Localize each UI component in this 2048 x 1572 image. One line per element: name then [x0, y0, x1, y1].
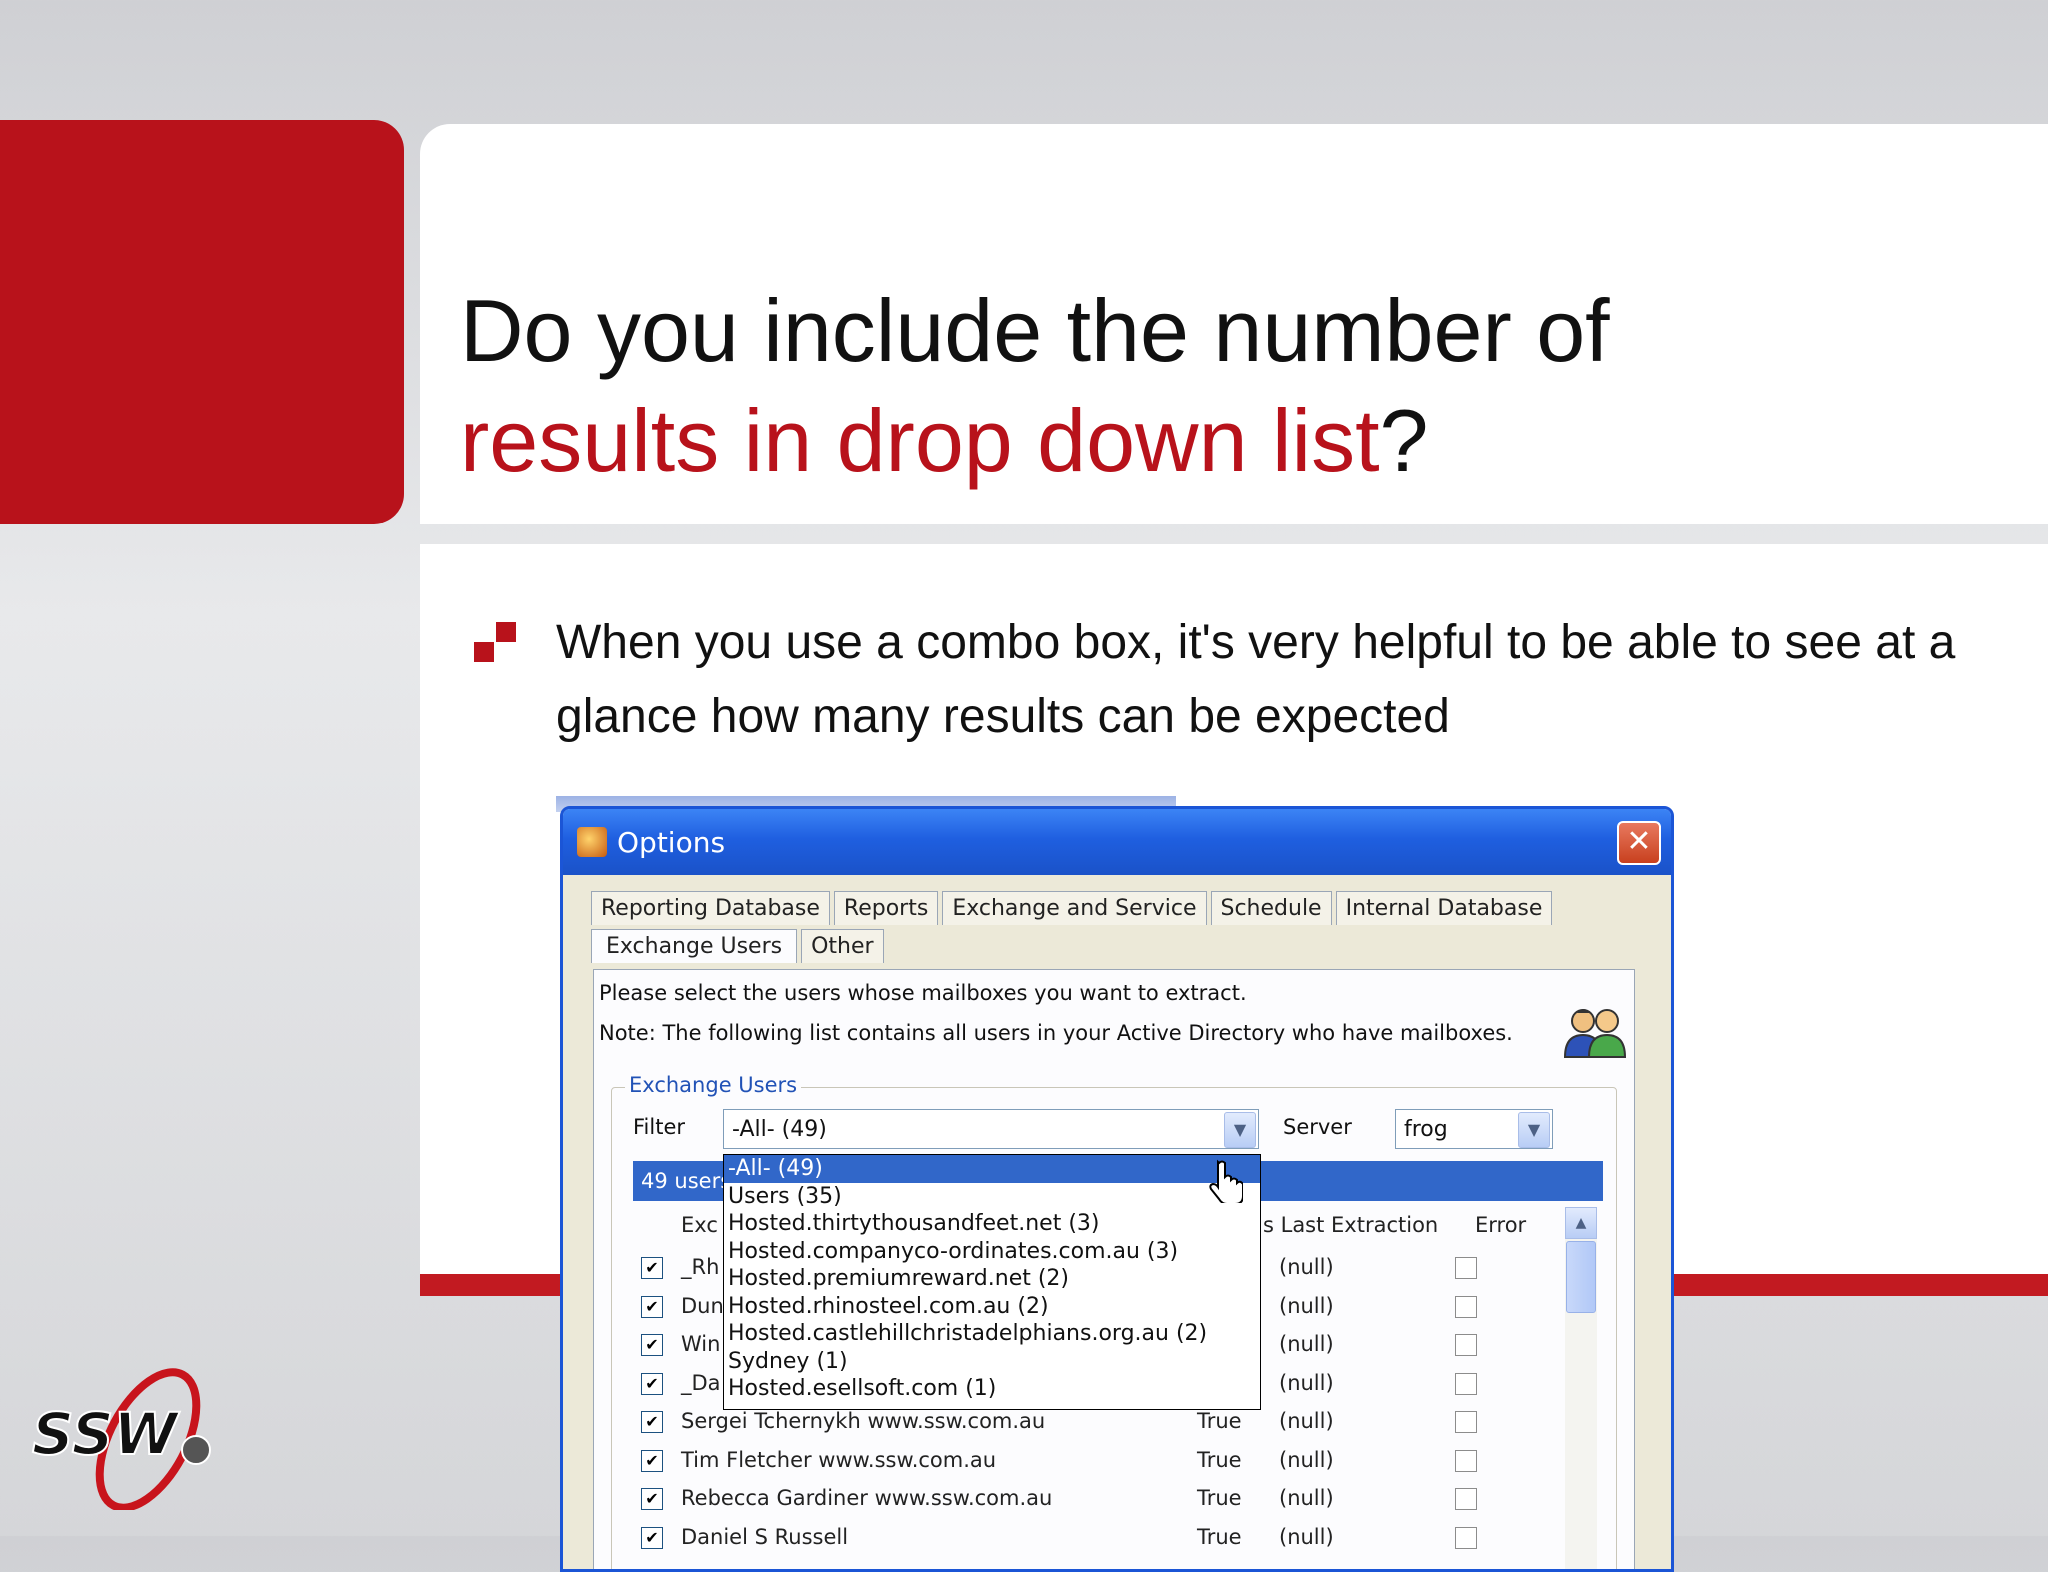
server-value: frog [1404, 1117, 1448, 1142]
tab-row-1: Reporting Database Reports Exchange and … [591, 891, 1556, 925]
filter-combo[interactable]: -All- (49) ▼ [723, 1109, 1259, 1149]
last-extraction: (null) [1279, 1332, 1334, 1356]
dropdown-option[interactable]: Hosted.castlehillchristadelphians.org.au… [724, 1320, 1260, 1348]
ssw-logo: SSW [31, 1368, 211, 1510]
tab-row-2: Exchange Users Other [591, 929, 888, 963]
dialog-title: Options [617, 825, 726, 859]
column-exclude[interactable]: Exc [681, 1213, 718, 1237]
last-extraction: (null) [1279, 1409, 1334, 1433]
tab-internal-database[interactable]: Internal Database [1335, 891, 1553, 925]
title-accent-block [0, 120, 404, 524]
filter-label: Filter [633, 1115, 686, 1139]
user-name: _Rh [681, 1255, 720, 1279]
table-row[interactable]: ✔ Rebecca Gardiner www.ssw.com.au True (nul… [635, 1480, 1565, 1518]
last-extraction: (null) [1279, 1447, 1334, 1472]
exclude-checkbox[interactable]: ✔ [641, 1488, 663, 1510]
user-name: Dun [681, 1293, 724, 1318]
users-icon [1563, 1009, 1627, 1058]
svg-text:SSW: SSW [32, 1400, 180, 1468]
error-checkbox[interactable] [1455, 1449, 1477, 1472]
exclude-checkbox[interactable]: ✔ [641, 1449, 663, 1472]
exclude-checkbox[interactable]: ✔ [641, 1257, 663, 1279]
error-checkbox[interactable] [1455, 1334, 1477, 1356]
column-last-extraction[interactable]: s Last Extraction [1263, 1213, 1438, 1237]
app-icon [577, 827, 607, 857]
bullet-text: When you use a combo box, it's very help… [556, 616, 1956, 743]
table-row[interactable]: ✔ Daniel S Russell True (null) [635, 1519, 1565, 1557]
user-flag: True [1197, 1447, 1242, 1472]
chevron-down-icon[interactable]: ▼ [1224, 1112, 1256, 1148]
user-name: _Da [681, 1370, 721, 1395]
tab-reporting-database[interactable]: Reporting Database [591, 891, 830, 925]
chevron-down-icon[interactable]: ▼ [1518, 1112, 1550, 1148]
tab-reports[interactable]: Reports [833, 891, 939, 925]
scrollbar[interactable]: ▲ [1565, 1207, 1597, 1569]
scroll-thumb[interactable] [1566, 1241, 1596, 1313]
dropdown-option[interactable]: Hosted.rhinosteel.com.au (2) [724, 1293, 1260, 1321]
user-flag: True [1197, 1409, 1242, 1433]
exclude-checkbox[interactable]: ✔ [641, 1295, 663, 1318]
last-extraction: (null) [1279, 1255, 1334, 1279]
title-question-mark: ? [1379, 391, 1429, 490]
dropdown-option[interactable]: Hosted.thirtythousandfeet.net (3) [724, 1210, 1260, 1238]
user-name: Sergei Tchernykh www.ssw.com.au [681, 1409, 1046, 1433]
user-flag: True [1197, 1486, 1242, 1510]
last-extraction: (null) [1279, 1370, 1334, 1395]
error-checkbox[interactable] [1455, 1488, 1477, 1510]
dropdown-option[interactable]: Users (35) [724, 1183, 1260, 1211]
options-dialog: Options ✕ Reporting Database Reports Exc… [560, 806, 1674, 1572]
exclude-checkbox[interactable]: ✔ [641, 1526, 663, 1549]
user-name: Daniel S Russell [681, 1524, 849, 1549]
column-error[interactable]: Error [1475, 1213, 1526, 1237]
error-checkbox[interactable] [1455, 1295, 1477, 1318]
dropdown-option[interactable]: Sydney (1) [724, 1348, 1260, 1376]
exclude-checkbox[interactable]: ✔ [641, 1372, 663, 1395]
dropdown-option[interactable]: Hosted.esellsoft.com (1) [724, 1375, 1260, 1403]
tab-schedule[interactable]: Schedule [1210, 891, 1332, 925]
exclude-checkbox[interactable]: ✔ [641, 1334, 663, 1356]
title-line-1: Do you include the number of [460, 281, 1610, 380]
dialog-titlebar: Options [563, 809, 1671, 875]
close-icon[interactable]: ✕ [1617, 821, 1661, 865]
dropdown-option[interactable]: Hosted.companyco-ordinates.com.au (3) [724, 1238, 1260, 1266]
last-extraction: (null) [1279, 1486, 1334, 1510]
error-checkbox[interactable] [1455, 1411, 1477, 1433]
user-flag: True [1197, 1524, 1242, 1549]
description-text: Please select the users whose mailboxes … [599, 981, 1247, 1005]
user-name: Rebecca Gardiner www.ssw.com.au [681, 1486, 1053, 1510]
filter-dropdown-list: -All- (49) Users (35) Hosted.thirtythousan… [723, 1154, 1261, 1410]
error-checkbox[interactable] [1455, 1372, 1477, 1395]
tab-exchange-and-service[interactable]: Exchange and Service [942, 891, 1207, 925]
hand-cursor-icon [1209, 1159, 1243, 1203]
user-name: Tim Fletcher www.ssw.com.au [681, 1447, 997, 1472]
dropdown-option[interactable]: -All- (49) [724, 1155, 1260, 1183]
scroll-up-icon[interactable]: ▲ [1565, 1207, 1597, 1239]
exclude-checkbox[interactable]: ✔ [641, 1411, 663, 1433]
user-name: Win [681, 1332, 721, 1356]
group-label: Exchange Users [625, 1073, 802, 1097]
error-checkbox[interactable] [1455, 1257, 1477, 1279]
error-checkbox[interactable] [1455, 1526, 1477, 1549]
title-highlight: results in drop down list [460, 391, 1380, 490]
slide-title: Do you include the number of results in … [460, 276, 1610, 496]
filter-value: -All- (49) [732, 1117, 827, 1142]
last-extraction: (null) [1279, 1524, 1334, 1549]
table-row[interactable]: ✔ Tim Fletcher www.ssw.com.au True (null) [635, 1442, 1565, 1480]
tab-other[interactable]: Other [801, 929, 884, 963]
note-text: Note: The following list contains all us… [599, 1021, 1513, 1045]
bullet-icon [474, 622, 518, 666]
server-label: Server [1283, 1115, 1352, 1139]
last-extraction: (null) [1279, 1293, 1334, 1318]
tab-exchange-users[interactable]: Exchange Users [591, 929, 798, 963]
dropdown-option[interactable]: Hosted.premiumreward.net (2) [724, 1265, 1260, 1293]
title-line-2: results in drop down list? [460, 386, 1610, 496]
server-combo[interactable]: frog ▼ [1395, 1109, 1553, 1149]
